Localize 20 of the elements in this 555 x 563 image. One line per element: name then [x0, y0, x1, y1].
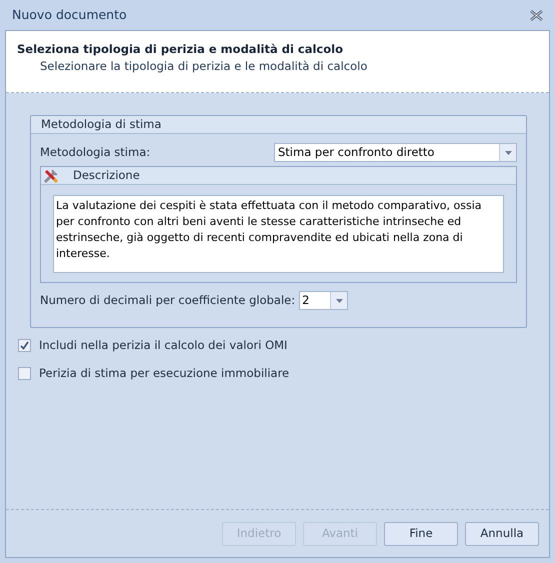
window-title: Nuovo documento: [12, 6, 127, 24]
decimals-label: Numero di decimali per coefficiente globale:: [40, 292, 296, 309]
page-subtitle: Selezionare la tipologia di perizia e le modalità di calcolo: [39, 58, 368, 76]
dialog-button[interactable]: Fine: [384, 522, 458, 546]
caret-icon: [336, 298, 343, 302]
method-label: Metodologia stima:: [40, 144, 150, 161]
tools-icon: [43, 168, 59, 184]
description-title: Descrizione: [73, 166, 140, 184]
decimals-dropdown[interactable]: 2: [299, 291, 348, 310]
group-title: Metodologia di stima: [41, 116, 162, 133]
page-title: Seleziona tipologia di perizia e modalità di calcolo: [17, 41, 344, 58]
close-icon[interactable]: [530, 10, 543, 20]
checkbox-label: Perizia di stima per esecuzione immobiliare: [39, 365, 290, 382]
dialog-button[interactable]: Annulla: [465, 522, 539, 546]
checkbox-label: Includi nella perizia il calcolo dei valori OMI: [39, 337, 288, 354]
caret-icon: [504, 150, 512, 154]
checkbox[interactable]: [18, 367, 31, 380]
description-text[interactable]: La valutazione dei cespiti è stata effettuata con il metodo comparativo, ossia per confronto con altri beni aventi le stesse caratteristiche intrinseche ed estrinseche, già oggetto di recenti compravendite ed ubicati nella zona di interesse.: [53, 195, 504, 273]
checkbox[interactable]: [18, 339, 31, 352]
method-dropdown[interactable]: Stima per confronto diretto: [274, 143, 517, 162]
